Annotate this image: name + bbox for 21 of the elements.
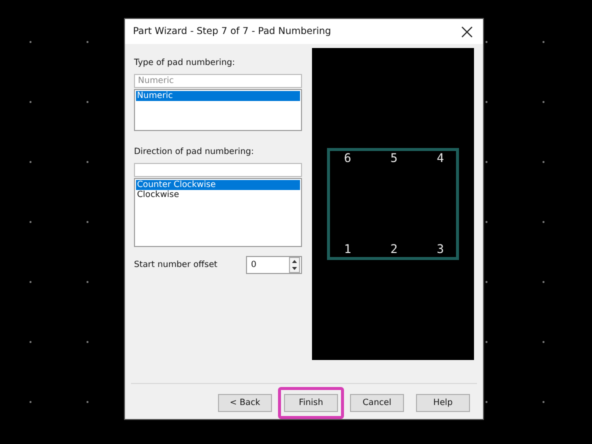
spin-arrows-icon[interactable] <box>289 257 300 274</box>
dialog-button[interactable]: < Back <box>218 394 272 412</box>
input-field[interactable] <box>134 163 302 178</box>
pad-number: 3 <box>436 242 444 256</box>
close-icon[interactable] <box>461 26 473 38</box>
offset-label: Start number offset <box>134 260 218 270</box>
section-label: Type of pad numbering: <box>134 58 236 68</box>
pad-number: 1 <box>344 242 352 256</box>
window-title: Part Wizard - Step 7 of 7 - Pad Numbering <box>133 26 332 38</box>
pad-number: 6 <box>344 151 352 166</box>
pad-number: 5 <box>390 151 398 166</box>
number-spinner[interactable]: 0 <box>246 256 302 274</box>
list-item[interactable]: Counter Clockwise <box>136 180 300 190</box>
dialog-button[interactable]: Cancel <box>350 394 404 412</box>
dialog-button[interactable]: Help <box>416 394 470 412</box>
list-item[interactable]: Numeric <box>136 91 300 102</box>
pad-number: 2 <box>390 242 398 256</box>
section-label: Direction of pad numbering: <box>134 147 255 158</box>
list-item[interactable]: Clockwise <box>136 190 300 200</box>
dialog-button[interactable]: Finish <box>284 394 338 412</box>
pad-number: 4 <box>436 151 444 166</box>
